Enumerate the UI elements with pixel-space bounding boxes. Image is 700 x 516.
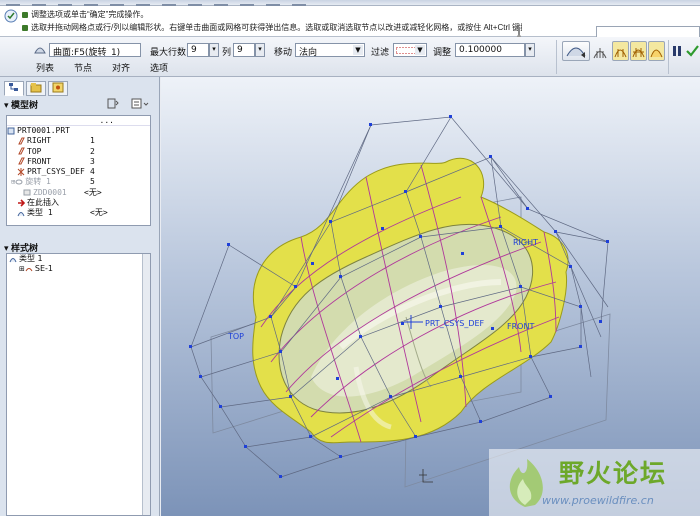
revolve-icon [15, 179, 23, 185]
style-icon [9, 257, 17, 262]
filter-dropdown[interactable]: ▼ [393, 43, 427, 57]
confirm-check-icon[interactable] [686, 44, 699, 57]
cols-field[interactable]: 9 [233, 43, 255, 57]
insert-here-icon [18, 199, 25, 207]
tab-nodes[interactable]: 节点 [74, 63, 92, 73]
tab-list[interactable]: 列表 [36, 63, 54, 73]
style-element-icon [25, 267, 33, 272]
style-dashboard: 曲面:F5(旋转_1) 最大行数 9 ▾ 列 9 ▾ 移动 法向 ▼ 过滤 ▼ 调… [0, 37, 700, 77]
adjust-label: 调整 [433, 47, 452, 57]
surface-display-icon [566, 47, 586, 58]
style-tree-item-type[interactable]: 类型 1 [7, 254, 150, 264]
message-area: 调整选项或单击“确定”完成操作。 选取并拖动网格点或行/列以编辑形状。右键单击曲… [0, 6, 700, 40]
tab-folder-browser[interactable] [26, 81, 46, 96]
csys-label: PRT_CSYS_DEF [425, 319, 485, 328]
navigator-panel: ▾ 模型树 ... PRT0001.PRT RIGHT 1 TOP 2 FRONT 3… [0, 77, 160, 516]
tree-item-insert-here[interactable]: 在此插入 [7, 198, 150, 208]
tree-item-csys[interactable]: PRT_CSYS_DEF 4 [7, 167, 150, 177]
surface-display-button[interactable] [562, 41, 590, 61]
watermark-url: www.proewildfire.cn [542, 494, 654, 507]
favorites-icon [52, 82, 64, 93]
message-icon [4, 9, 18, 23]
style-tree-scrollbar[interactable] [142, 254, 150, 515]
model-tree: ... PRT0001.PRT RIGHT 1 TOP 2 FRONT 3 PRT_C… [6, 115, 151, 226]
datum-plane-icon [18, 137, 25, 145]
tree-item-top[interactable]: TOP 2 [7, 147, 150, 157]
mesh-style-button-2[interactable] [630, 41, 647, 61]
front-plane-label: FRONT [507, 322, 534, 331]
model-tree-col-header: ... [7, 116, 150, 126]
navigator-tabs [4, 81, 70, 97]
adjust-field[interactable]: 0.100000 [455, 43, 525, 57]
style-icon [17, 211, 25, 217]
folder-icon [30, 83, 42, 93]
message-line-1: 调整选项或单击“确定”完成操作。 [22, 9, 522, 20]
tree-item-style[interactable]: 类型 1 <无> [7, 208, 150, 218]
tab-favorites[interactable] [48, 81, 68, 96]
mesh-style-button-1[interactable] [612, 41, 629, 61]
mesh-2-icon [632, 48, 645, 58]
move-dropdown[interactable]: 法向 ▼ [295, 43, 365, 57]
csys-icon [17, 167, 25, 176]
datum-plane-icon [18, 147, 25, 155]
tab-options[interactable]: 选项 [150, 63, 168, 73]
surface-icon [23, 189, 31, 196]
tree-item-part[interactable]: PRT0001.PRT [7, 126, 150, 136]
right-plane-label: RIGHT [513, 238, 538, 247]
message-line-2: 选取并拖动网格点或行/列以编辑形状。右键单击曲面或网格可获得弹出信息。选取或取消… [22, 22, 522, 33]
tree-item-front[interactable]: FRONT 3 [7, 157, 150, 167]
adjust-spinner[interactable]: ▾ [525, 43, 535, 57]
mesh-display-icon[interactable] [593, 45, 607, 59]
move-label: 移动 [274, 47, 293, 57]
tree-item-surface[interactable]: ZDD0001 <无> [7, 188, 150, 198]
style-tree-item-se[interactable]: ⊞ SE-1 [7, 264, 150, 274]
chevron-down-icon: ▼ [353, 45, 363, 55]
tree-item-revolve[interactable]: ⊞ 旋转 15 [7, 177, 150, 187]
cols-label: 列 [222, 47, 232, 57]
filter-pattern-icon [396, 47, 416, 54]
forum-watermark: 野火论坛 www.proewildfire.cn [489, 449, 700, 516]
watermark-title: 野火论坛 [559, 459, 668, 488]
surface-icon [34, 47, 46, 54]
datum-plane-icon [18, 157, 25, 165]
mesh-1-icon [614, 49, 627, 58]
max-rows-label: 最大行数 [150, 47, 187, 57]
max-rows-spinner[interactable]: ▾ [209, 43, 219, 57]
dashboard-tabs: 列表 节点 对齐 选项 [36, 61, 188, 74]
max-rows-field[interactable]: 9 [187, 43, 209, 57]
tree-settings-icon[interactable] [106, 97, 150, 111]
pause-icon[interactable] [672, 45, 682, 57]
top-plane-label: TOP [227, 332, 244, 341]
style-tree: 类型 1 ⊞ SE-1 [6, 253, 151, 516]
model-tree-icon [9, 83, 18, 91]
cols-spinner[interactable]: ▾ [255, 43, 265, 57]
chevron-down-icon: ▼ [415, 45, 425, 55]
filter-label: 过滤 [371, 47, 390, 57]
tab-align[interactable]: 对齐 [112, 63, 130, 73]
mesh-3-icon [650, 49, 663, 58]
surface-select-field[interactable]: 曲面:F5(旋转_1) [49, 43, 141, 57]
tree-item-right[interactable]: RIGHT 1 [7, 136, 150, 146]
part-icon [7, 127, 15, 134]
tab-model-tree[interactable] [4, 81, 24, 96]
model-tree-header[interactable]: ▾ 模型树 [4, 98, 38, 111]
mesh-style-button-3[interactable] [648, 41, 665, 61]
